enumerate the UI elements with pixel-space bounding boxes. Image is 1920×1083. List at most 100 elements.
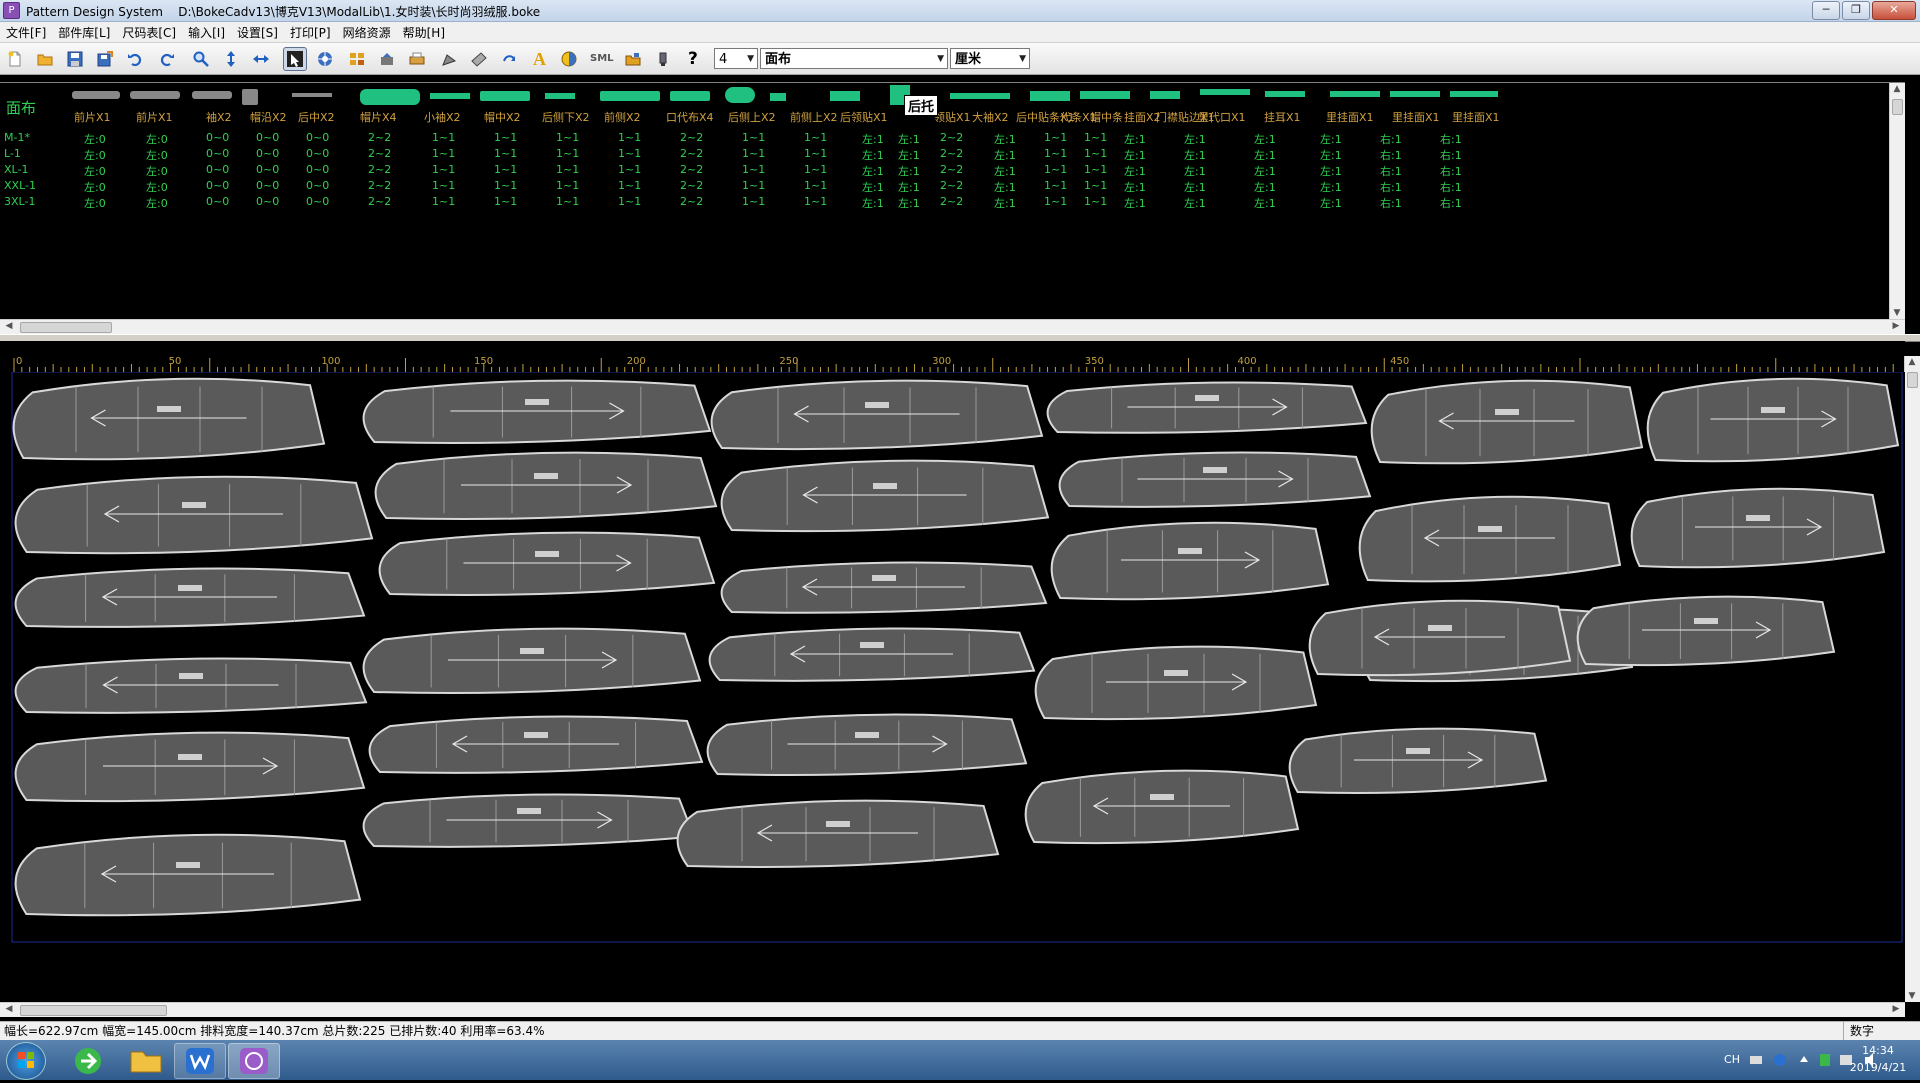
menu-settings[interactable]: 设置[S] [231,24,284,41]
column-header[interactable]: 挂耳X1 [1264,109,1301,125]
quantity-cell[interactable]: 0~0 [306,147,329,160]
clock-date[interactable]: 2019/4/21 [1848,1061,1908,1074]
quantity-cell[interactable]: 右:1 [1440,163,1462,179]
quantity-cell[interactable]: 2~2 [368,163,391,176]
move-horizontal-icon[interactable] [250,48,272,70]
quantity-cell[interactable]: 左:1 [862,179,884,195]
scroll-left-icon[interactable]: ◀ [2,1004,16,1014]
quantity-cell[interactable]: 1~1 [618,179,641,192]
help-icon[interactable]: ? [682,48,704,70]
column-header[interactable]: 前片X1 [136,109,173,125]
wps-office-button[interactable] [174,1043,226,1079]
pattern-piece[interactable] [362,379,712,444]
canvas-horizontal-scrollbar[interactable]: ◀ ▶ [0,1002,1905,1017]
column-header[interactable]: 帽沿X2 [250,109,287,125]
quantity-cell[interactable]: 1~1 [1044,179,1067,192]
quantity-cell[interactable]: 左:1 [898,179,920,195]
quantity-cell[interactable]: 2~2 [680,195,703,208]
quantity-cell[interactable]: 1~1 [432,195,455,208]
pattern-piece[interactable] [1288,727,1548,795]
quantity-cell[interactable]: 1~1 [494,179,517,192]
column-header[interactable]: 后侧下X2 [542,109,590,125]
new-file-icon[interactable] [4,48,26,70]
quantity-cell[interactable]: 左:0 [146,179,168,195]
quantity-cell[interactable]: 1~1 [1084,195,1107,208]
quantity-cell[interactable]: 左:1 [898,163,920,179]
quantity-cell[interactable]: 2~2 [368,179,391,192]
quantity-cell[interactable]: 左:1 [994,147,1016,163]
quantity-cell[interactable]: 2~2 [680,179,703,192]
quantity-cell[interactable]: 左:1 [1184,195,1206,211]
save-as-icon[interactable] [94,48,116,70]
quantity-cell[interactable]: 1~1 [618,163,641,176]
quantity-cell[interactable]: 左:1 [862,195,884,211]
menu-network-resources[interactable]: 网络资源 [337,24,397,41]
quantity-cell[interactable]: 1~1 [494,163,517,176]
pattern-piece[interactable] [710,379,1044,451]
scroll-up-icon[interactable]: ▲ [1905,357,1919,367]
sml-tool-icon[interactable]: SML [588,48,616,70]
quantity-cell[interactable]: 0~0 [256,147,279,160]
scroll-left-icon[interactable]: ◀ [2,321,16,331]
column-header[interactable]: 后中X2 [298,109,335,125]
quantity-cell[interactable]: 左:1 [1184,147,1206,163]
quantity-cell[interactable]: 0~0 [256,179,279,192]
zoom-icon[interactable] [190,48,212,70]
quantity-cell[interactable]: 左:1 [898,131,920,147]
quantity-cell[interactable]: 1~1 [804,147,827,160]
quantity-cell[interactable]: 1~1 [556,147,579,160]
pattern-piece[interactable] [14,475,374,555]
scroll-up-icon[interactable]: ▲ [1890,84,1904,94]
pattern-piece[interactable] [378,531,716,596]
column-header[interactable]: 后侧上X2 [728,109,776,125]
pattern-piece[interactable] [1024,769,1300,845]
column-header[interactable]: 领贴X1 [934,109,971,125]
quantity-cell[interactable]: 0~0 [206,147,229,160]
layer-select[interactable]: 4 ▼ [714,48,758,69]
minimize-button[interactable]: ─ [1812,1,1840,20]
scroll-thumb[interactable] [20,322,112,333]
column-header[interactable]: 里挂面X1 [1452,109,1500,125]
fill-icon[interactable] [558,48,580,70]
quantity-cell[interactable]: 1~1 [494,131,517,144]
quantity-cell[interactable]: 左:1 [1254,163,1276,179]
quantity-cell[interactable]: 左:1 [1184,131,1206,147]
pattern-piece[interactable] [1370,379,1644,465]
quantity-cell[interactable]: 1~1 [618,131,641,144]
quantity-cell[interactable]: 左:0 [146,147,168,163]
quantity-cell[interactable]: 1~1 [556,195,579,208]
scroll-thumb[interactable] [1892,99,1903,115]
quantity-cell[interactable]: 右:1 [1380,163,1402,179]
quantity-cell[interactable]: 左:1 [1254,195,1276,211]
quantity-cell[interactable]: 右:1 [1440,131,1462,147]
quantity-cell[interactable]: 1~1 [1084,131,1107,144]
quantity-cell[interactable]: 左:1 [994,163,1016,179]
quantity-cell[interactable]: 左:0 [84,147,106,163]
quantity-cell[interactable]: 0~0 [206,131,229,144]
pattern-piece[interactable] [374,451,718,521]
quantity-cell[interactable]: 0~0 [306,131,329,144]
menu-help[interactable]: 帮助[H] [397,24,451,41]
quantity-cell[interactable]: 右:1 [1440,179,1462,195]
quantity-cell[interactable]: 0~0 [206,179,229,192]
quantity-cell[interactable]: 右:1 [1380,131,1402,147]
quantity-cell[interactable]: 1~1 [618,147,641,160]
scroll-thumb[interactable] [20,1005,167,1016]
quantity-cell[interactable]: 0~0 [206,163,229,176]
quantity-cell[interactable]: 2~2 [940,179,963,192]
quantity-cell[interactable]: 2~2 [680,147,703,160]
pattern-piece[interactable] [1630,487,1886,569]
quantity-cell[interactable]: 右:1 [1440,195,1462,211]
quantity-cell[interactable]: 2~2 [680,163,703,176]
quantity-cell[interactable]: 1~1 [556,163,579,176]
quantity-cell[interactable]: 1~1 [1044,131,1067,144]
quantity-cell[interactable]: 0~0 [256,195,279,208]
quantity-cell[interactable]: 0~0 [256,131,279,144]
pattern-piece[interactable] [1576,595,1836,667]
quantity-cell[interactable]: 左:1 [1124,131,1146,147]
column-header[interactable]: 袖X2 [206,109,232,125]
quantity-cell[interactable]: 2~2 [940,195,963,208]
pattern-piece[interactable] [14,567,366,628]
column-header[interactable]: 里挂面X1 [1326,109,1374,125]
quantity-cell[interactable]: 左:1 [1124,147,1146,163]
